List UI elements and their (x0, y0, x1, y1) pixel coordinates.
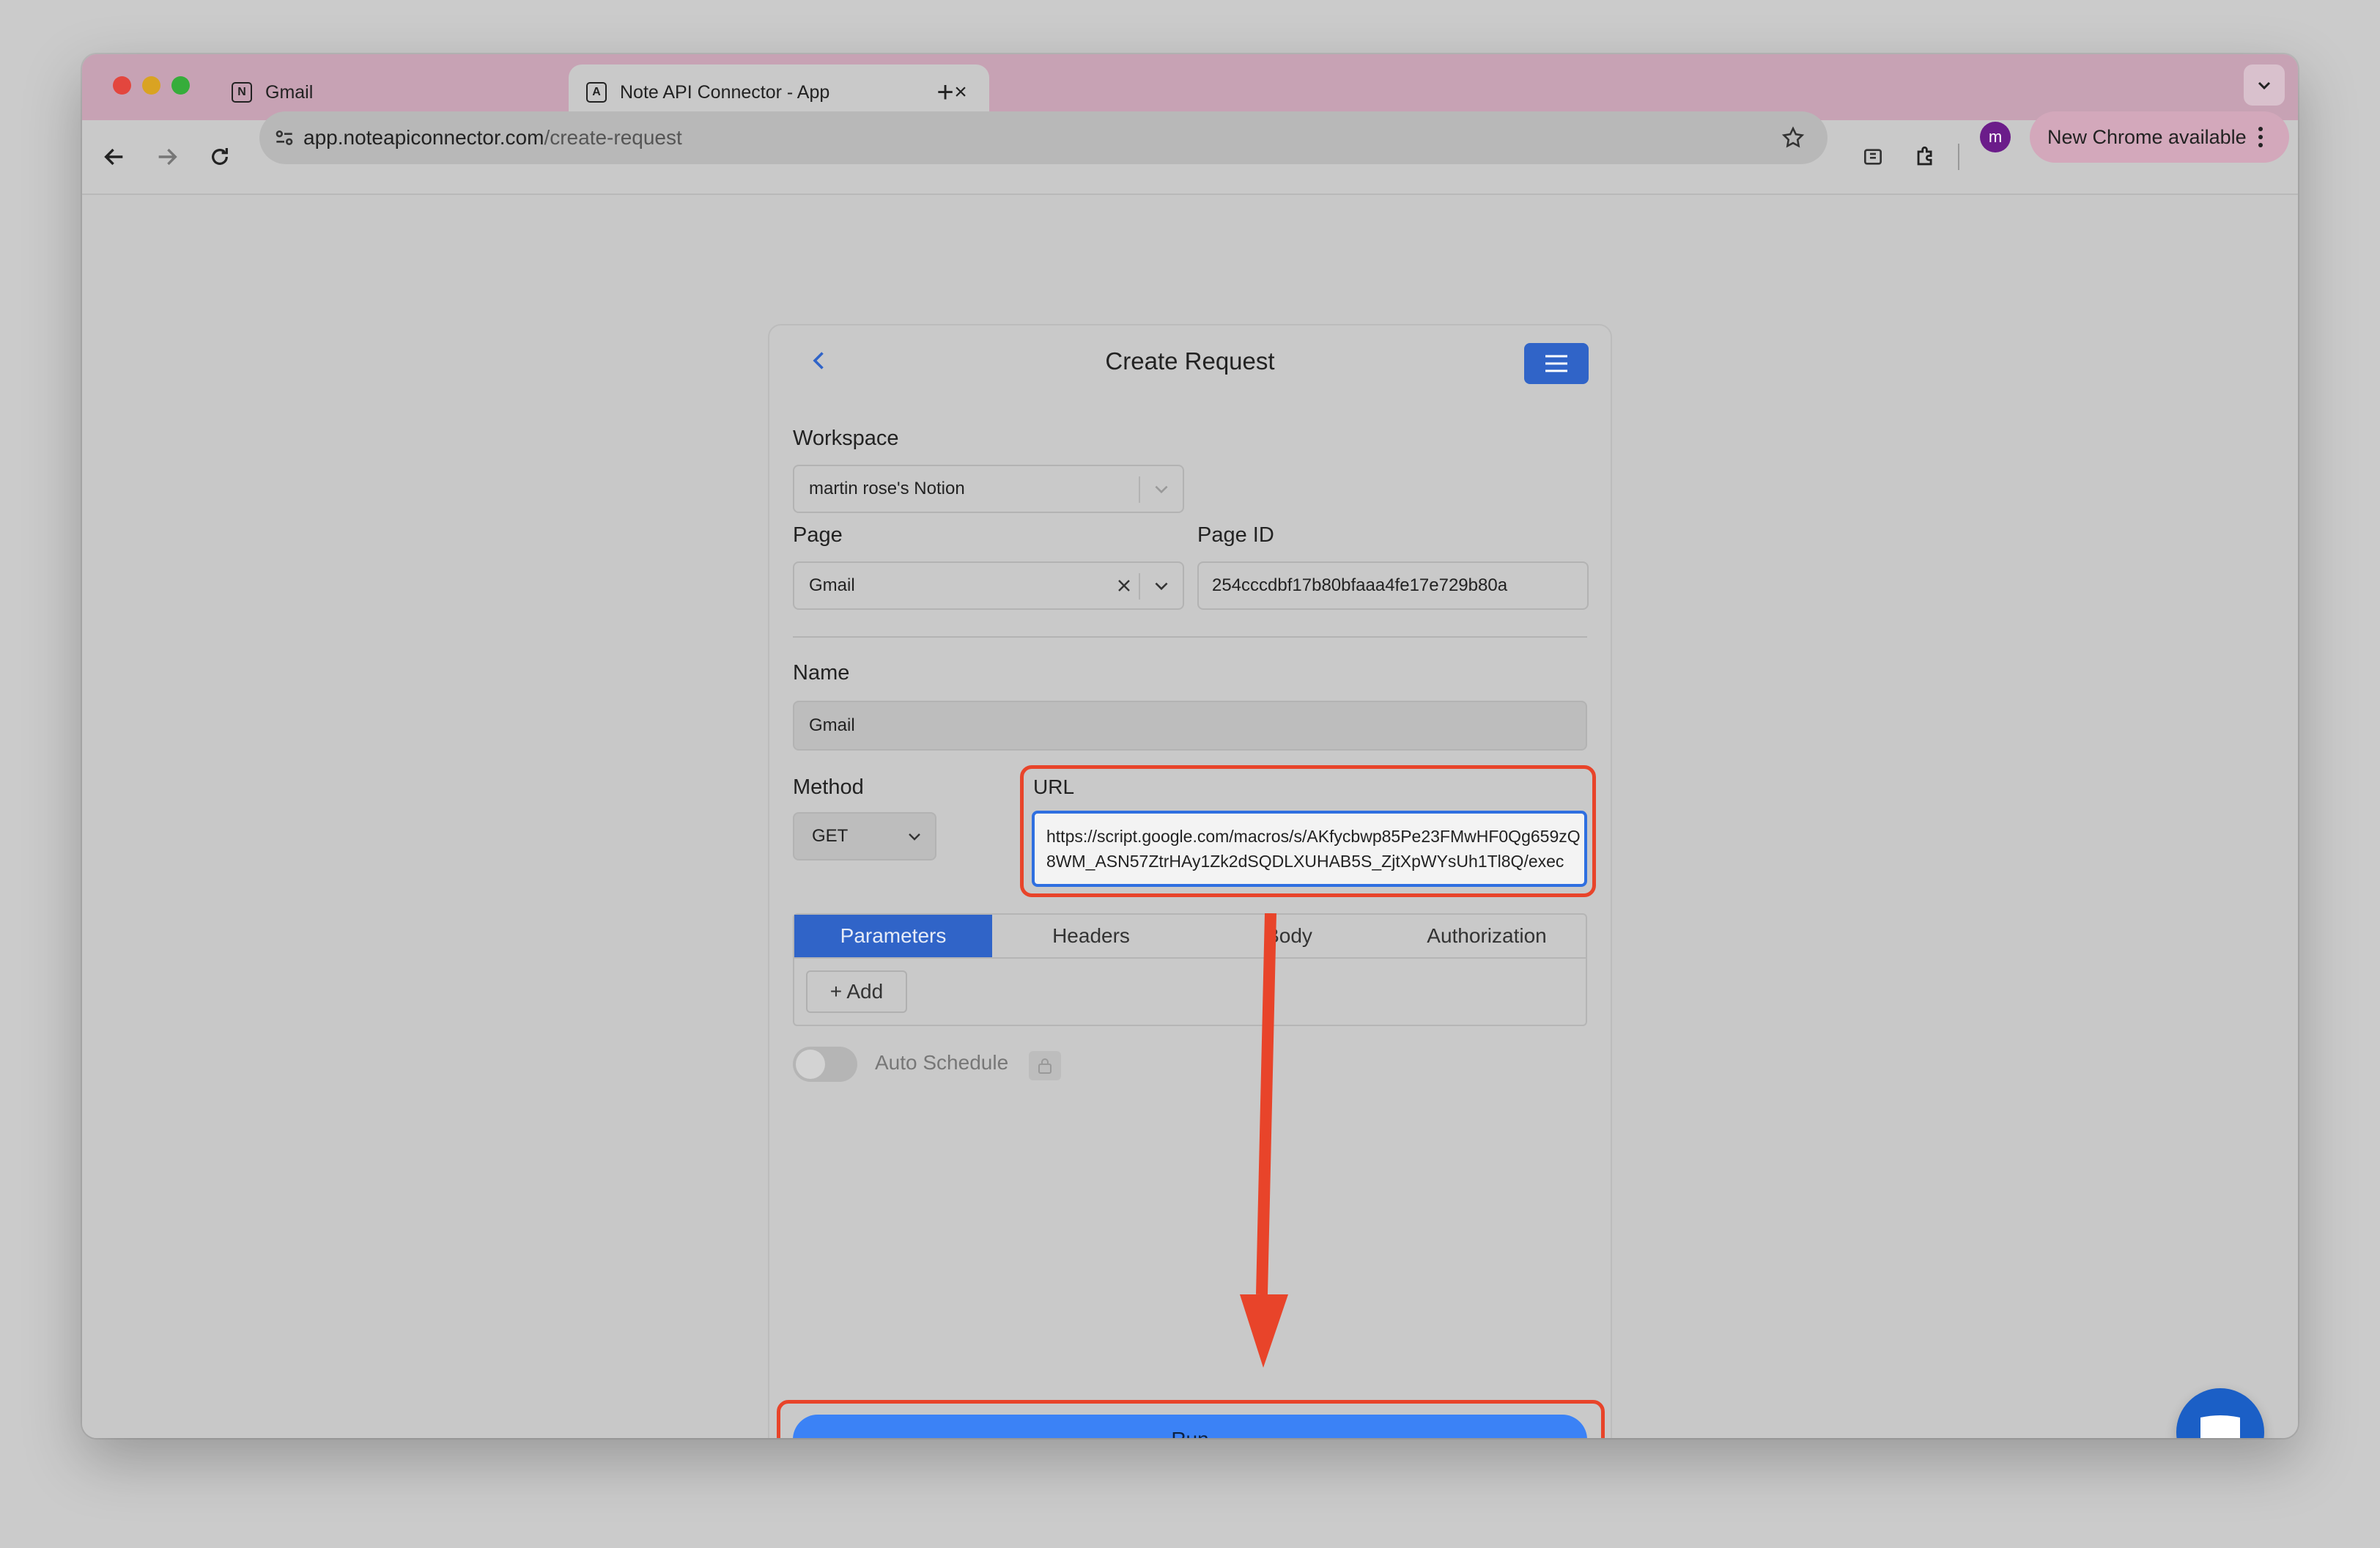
close-window-button[interactable] (113, 76, 131, 95)
tab-authorization[interactable]: Authorization (1388, 915, 1586, 957)
toolbar-divider (1958, 144, 1959, 170)
url-line-2: 8WM_ASN57ZtrHAy1Zk2dSQDLXUHAB5S_ZjtXpWYs… (1046, 852, 1564, 871)
method-value: GET (812, 826, 849, 846)
clear-icon[interactable] (1115, 577, 1133, 594)
url-label: URL (1033, 775, 1075, 798)
extensions-button[interactable] (1904, 135, 1948, 179)
tab-title: Note API Connector - App (620, 81, 830, 103)
reload-button[interactable] (198, 135, 242, 179)
chevron-down-icon (909, 833, 920, 841)
minimize-window-button[interactable] (142, 76, 160, 95)
chevron-down-icon (1155, 485, 1168, 494)
page-id-label: Page ID (1197, 523, 1274, 547)
divider (793, 636, 1587, 638)
app-icon: A (586, 82, 607, 103)
name-label: Name (793, 661, 850, 685)
notion-icon: N (232, 82, 252, 103)
browser-window: N Gmail × A Note API Connector - App × + (82, 54, 2298, 1438)
workspace-label: Workspace (793, 427, 899, 450)
chat-bubble-icon (2200, 1415, 2240, 1438)
back-button[interactable] (92, 135, 136, 179)
page-title: Create Request (1105, 347, 1275, 375)
url-path: /create-request (544, 126, 682, 149)
page-value: Gmail (809, 575, 855, 595)
page-content: Create Request Workspace martin rose's N… (82, 195, 2298, 1438)
tab-headers[interactable]: Headers (992, 915, 1190, 957)
arrow-left-icon (104, 148, 123, 166)
tab-parameters[interactable]: Parameters (794, 915, 992, 957)
cast-button[interactable] (1851, 135, 1895, 179)
select-divider (1139, 573, 1140, 600)
tab-title: Gmail (265, 81, 314, 103)
maximize-window-button[interactable] (171, 76, 190, 95)
request-tabs: Parameters Headers Body Authorization + … (793, 913, 1587, 1026)
site-settings-icon (276, 130, 293, 145)
create-request-card: Create Request Workspace martin rose's N… (768, 324, 1612, 1438)
toggle-knob (796, 1050, 825, 1079)
tab-bar: Parameters Headers Body Authorization (794, 915, 1586, 959)
url-text: app.noteapiconnector.com/create-request (303, 126, 682, 150)
auto-schedule-label: Auto Schedule (875, 1051, 1009, 1074)
add-parameter-button[interactable]: + Add (806, 970, 907, 1013)
lock-icon (1038, 1058, 1052, 1074)
kebab-menu-icon (2258, 127, 2263, 147)
chat-widget-button[interactable] (2176, 1388, 2264, 1438)
page-label: Page (793, 523, 843, 547)
auto-schedule-toggle[interactable] (793, 1047, 857, 1082)
chevron-down-icon (2258, 81, 2271, 90)
name-input[interactable]: Gmail (793, 701, 1587, 751)
reading-mode-icon (1864, 149, 1882, 165)
url-line-1: https://script.google.com/macros/s/AKfyc… (1046, 827, 1581, 846)
chrome-update-button[interactable]: New Chrome available (2030, 111, 2289, 163)
method-label: Method (793, 775, 864, 799)
hamburger-icon (1545, 355, 1567, 372)
url-domain: app.noteapiconnector.com (303, 126, 544, 149)
puzzle-icon (1917, 146, 1932, 166)
reload-icon (212, 148, 228, 165)
chrome-update-label: New Chrome available (2047, 125, 2247, 148)
chevron-down-icon (1155, 582, 1168, 591)
tab-search-button[interactable] (2244, 64, 2285, 106)
arrow-annotation-icon (1240, 913, 1288, 1368)
arrow-right-icon (158, 148, 177, 166)
url-input[interactable]: https://script.google.com/macros/s/AKfyc… (1032, 811, 1587, 887)
star-icon[interactable] (1781, 125, 1806, 150)
forward-button[interactable] (145, 135, 189, 179)
profile-avatar[interactable]: m (1980, 122, 2011, 152)
tab-strip: N Gmail × A Note API Connector - App × + (82, 54, 2298, 120)
menu-button[interactable] (1524, 343, 1589, 384)
address-bar[interactable]: app.noteapiconnector.com/create-request (259, 111, 1828, 164)
page-id-input[interactable]: 254cccdbf17b80bfaaa4fe17e729b80a (1197, 561, 1589, 610)
lock-badge (1029, 1051, 1061, 1080)
run-button[interactable]: Run (793, 1415, 1587, 1438)
select-divider (1139, 476, 1140, 503)
workspace-select[interactable]: martin rose's Notion (793, 465, 1184, 513)
workspace-value: martin rose's Notion (809, 479, 965, 498)
method-select[interactable]: GET (793, 812, 936, 860)
page-select[interactable]: Gmail (793, 561, 1184, 610)
